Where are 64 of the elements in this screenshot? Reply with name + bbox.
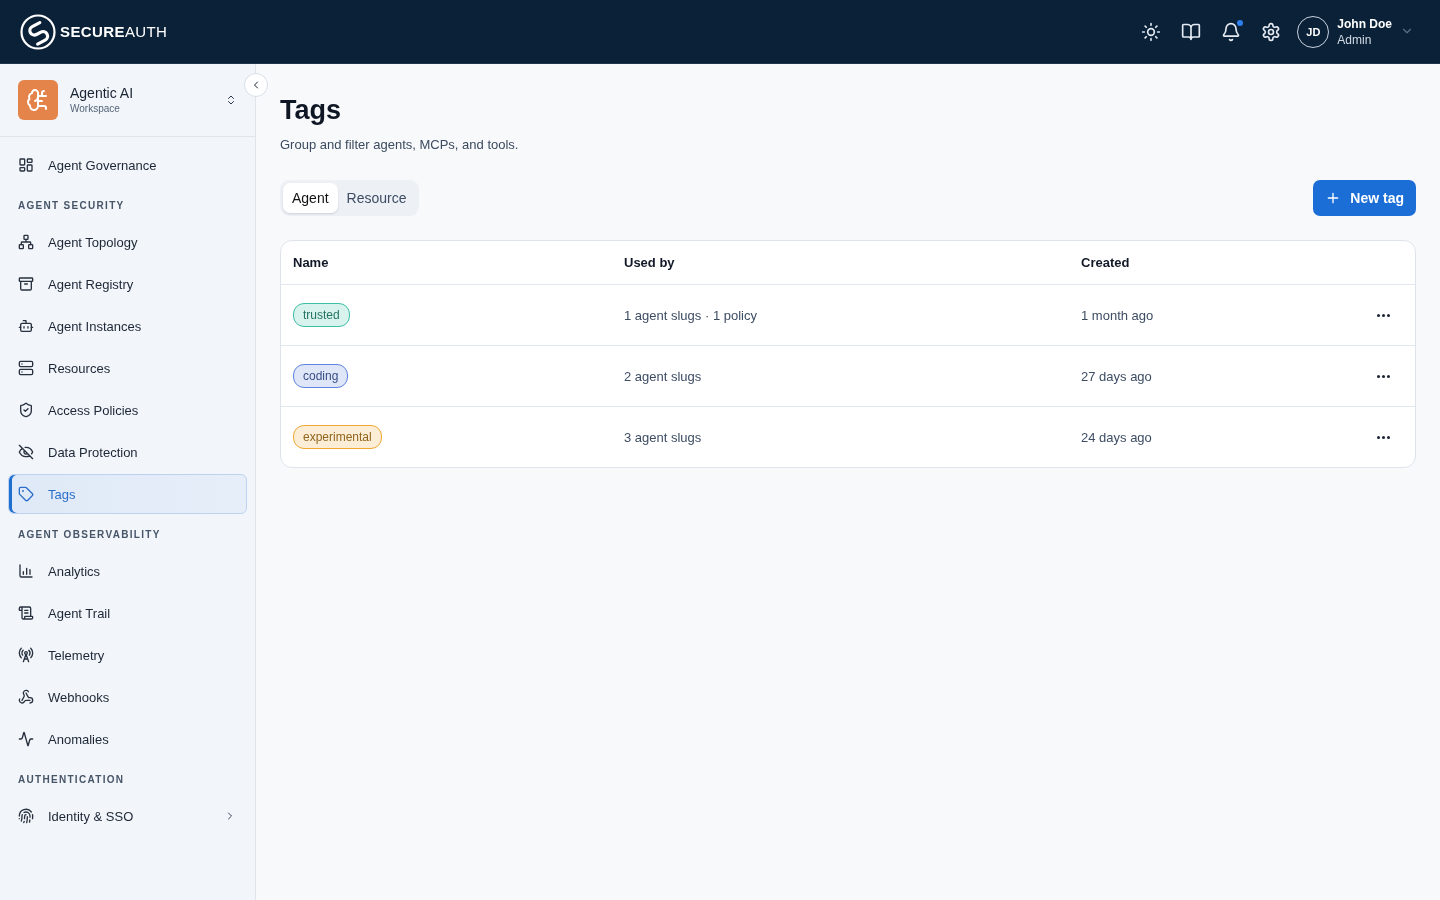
tag-badge: trusted [293, 303, 350, 327]
dashboard-icon [18, 157, 34, 173]
nav-item[interactable]: Telemetry [8, 635, 247, 675]
nav-item[interactable]: Resources [8, 348, 247, 388]
section-heading: AGENT OBSERVABILITY [17, 528, 162, 542]
nav-item[interactable]: Tags [8, 474, 247, 514]
robot-icon [18, 318, 34, 334]
nav-item[interactable]: Agent Topology [8, 222, 247, 262]
fingerprint-icon [18, 808, 34, 824]
tag-badge: coding [293, 364, 349, 388]
brand-name: SECUREAUTH [60, 23, 168, 40]
user-role: Admin [1337, 31, 1373, 48]
table-cell: 27 days ago [1081, 368, 1152, 384]
user-name: John Doe [1337, 15, 1392, 32]
nav-item[interactable]: Agent Trail [8, 593, 247, 633]
logo-icon [20, 13, 56, 50]
table-cell: 3 agent slugs [624, 429, 702, 445]
nav-item[interactable]: Identity & SSO [8, 796, 247, 836]
nav-item[interactable]: Access Policies [8, 390, 247, 430]
tab[interactable]: Agent [283, 183, 338, 213]
workspace-name: Agentic AI [70, 85, 134, 102]
nav-item[interactable]: Agent Instances [8, 306, 247, 346]
column-header: Created [1081, 255, 1130, 270]
settings-icon [1261, 21, 1282, 42]
eye-off-icon [18, 444, 34, 460]
tag-badge: experimental [293, 425, 382, 449]
new-tag-button[interactable]: New tag [1313, 180, 1416, 216]
workspace-switch-button[interactable] [225, 94, 237, 106]
column-header: Name [293, 255, 329, 270]
more-icon [1376, 374, 1390, 378]
more-icon [1376, 435, 1390, 439]
more-icon [1376, 313, 1390, 317]
shield-check-icon [18, 402, 34, 418]
radio-tower-icon [18, 647, 34, 663]
section-heading: AGENT SECURITY [17, 199, 126, 213]
table-cell: 2 agent slugs [624, 368, 702, 384]
nav-item[interactable]: Agent Registry [8, 264, 247, 304]
chevrons-up-down-icon [225, 94, 237, 106]
table-cell: 24 days ago [1081, 429, 1152, 445]
nav-item[interactable]: Data Protection [8, 432, 247, 472]
column-header: Used by [624, 255, 675, 270]
webhook-icon [18, 689, 34, 705]
section-heading: AUTHENTICATION [17, 773, 126, 787]
nav-item[interactable]: Anomalies [8, 719, 247, 759]
table-cell: 1 agent slugs · 1 policy [624, 307, 757, 323]
page-subtitle: Group and filter agents, MCPs, and tools. [280, 136, 520, 154]
page-title: Tags [280, 94, 342, 127]
table-cell: 1 month ago [1081, 307, 1154, 323]
archive-box-icon [18, 276, 34, 292]
book-icon [1181, 21, 1202, 42]
tab[interactable]: Resource [337, 183, 416, 213]
sun-icon [1141, 21, 1162, 42]
network-icon [18, 234, 34, 250]
nav-item[interactable]: Analytics [8, 551, 247, 591]
pulse-line-icon [18, 731, 34, 747]
nav-item[interactable]: Agent Governance [8, 145, 247, 185]
tag-icon [18, 486, 34, 502]
scroll-icon [18, 605, 34, 621]
nav-item[interactable]: Webhooks [8, 677, 247, 717]
workspace-brain-icon [18, 80, 58, 120]
server-icon [18, 360, 34, 376]
bar-chart-icon [18, 563, 34, 579]
workspace-label: Workspace [70, 102, 121, 115]
bell-icon [1221, 21, 1242, 42]
